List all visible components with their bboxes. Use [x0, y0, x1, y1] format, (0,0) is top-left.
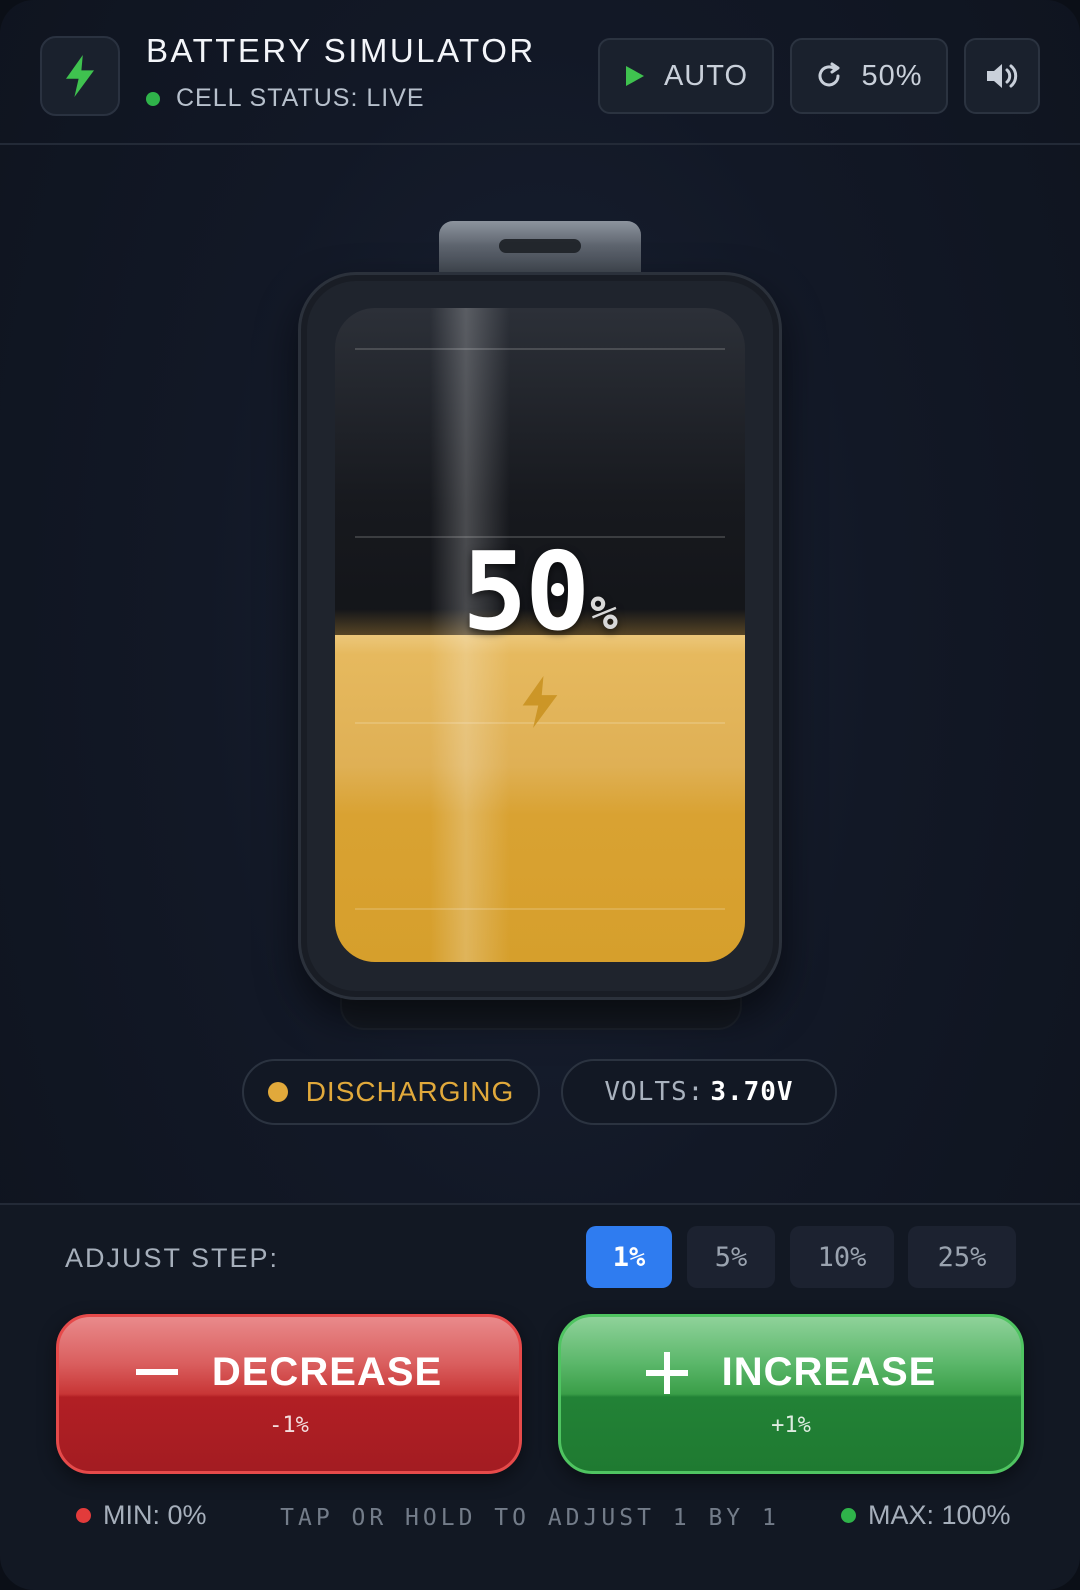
battery-terminal: [439, 221, 641, 277]
step-option-5[interactable]: 5%: [687, 1226, 775, 1288]
level-gridline: [355, 348, 725, 350]
refresh-icon: [815, 62, 843, 90]
decrease-row: DECREASE: [135, 1350, 443, 1395]
minus-icon: [135, 1368, 178, 1375]
decrease-step: -1%: [269, 1413, 309, 1438]
adjust-step-label: ADJUST STEP:: [65, 1243, 280, 1273]
cell-status: CELL STATUS: LIVE: [146, 84, 425, 113]
max-text: MAX: 100%: [868, 1500, 1011, 1530]
battery-percentage: 50%: [335, 530, 745, 655]
reset-label: 50%: [861, 59, 923, 92]
terminal-slot: [499, 239, 581, 253]
sound-button[interactable]: [964, 38, 1040, 114]
status-dot: [146, 91, 160, 106]
play-icon: [624, 64, 646, 88]
header: BATTERY SIMULATOR CELL STATUS: LIVE AUTO…: [0, 0, 1080, 145]
charge-bolt-icon: [522, 676, 558, 728]
percentage-sign: %: [590, 586, 618, 640]
cell-status-text: CELL STATUS: LIVE: [176, 84, 425, 112]
percentage-value: 50: [462, 530, 590, 655]
min-dot: [76, 1508, 91, 1523]
increase-label: INCREASE: [721, 1350, 937, 1394]
battery-simulator-app: BATTERY SIMULATOR CELL STATUS: LIVE AUTO…: [0, 0, 1080, 1590]
increase-row: INCREASE: [645, 1350, 937, 1395]
state-dot: [267, 1082, 288, 1102]
auto-button[interactable]: AUTO: [598, 38, 774, 114]
decrease-label: DECREASE: [211, 1350, 443, 1394]
charge-state-badge: DISCHARGING: [242, 1059, 540, 1125]
bolt-icon: [66, 55, 94, 97]
adjust-hint: TAP OR HOLD TO ADJUST 1 BY 1: [280, 1505, 780, 1531]
max-indicator: MAX: 100%: [841, 1500, 1011, 1531]
decrease-button[interactable]: DECREASE -1%: [56, 1314, 522, 1474]
increase-step: +1%: [771, 1413, 811, 1438]
reset-button[interactable]: 50%: [790, 38, 948, 114]
volts-label: VOLTS:: [604, 1077, 705, 1107]
increase-button[interactable]: INCREASE +1%: [558, 1314, 1024, 1474]
app-title: BATTERY SIMULATOR: [146, 32, 536, 69]
max-dot: [841, 1508, 856, 1523]
level-gridline: [355, 908, 725, 910]
plus-icon: [645, 1351, 688, 1394]
voltage-badge: VOLTS: 3.70V: [561, 1059, 837, 1125]
auto-label: AUTO: [663, 59, 749, 92]
step-option-25[interactable]: 25%: [908, 1226, 1016, 1288]
step-option-1[interactable]: 1%: [586, 1226, 672, 1288]
min-indicator: MIN: 0%: [76, 1500, 207, 1531]
min-text: MIN: 0%: [103, 1500, 207, 1530]
step-option-10[interactable]: 10%: [790, 1226, 894, 1288]
volts-value: 3.70V: [710, 1077, 794, 1107]
speaker-icon: [987, 64, 1018, 88]
charge-state-text: DISCHARGING: [305, 1076, 515, 1107]
logo-button[interactable]: [40, 36, 120, 116]
